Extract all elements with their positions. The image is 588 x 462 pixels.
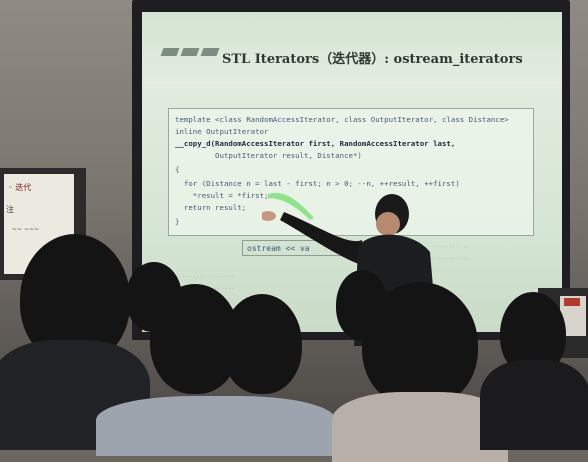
- audience-head: [222, 294, 302, 394]
- slide-decoration: [160, 48, 180, 56]
- slide-title: STL Iterators（迭代器）: ostream_iterators: [222, 52, 523, 67]
- code-line: inline OutputIterator: [175, 127, 269, 136]
- code-line: OutputIterator result, Distance*): [175, 151, 362, 160]
- code-line: {: [175, 165, 180, 174]
- audience-shoulders: [96, 396, 336, 456]
- slide-decoration: [200, 48, 220, 56]
- code-line: *result = *first;: [175, 191, 269, 200]
- code-line: return result;: [175, 203, 247, 212]
- board-scribble-3: ~~ ~~~: [12, 226, 40, 233]
- code-line: __copy_d(RandomAccessIterator first, Ran…: [175, 139, 456, 148]
- board-scribble: ◦ 迭代: [8, 183, 32, 192]
- audience-head: [362, 282, 478, 408]
- slide-decoration: [180, 48, 200, 56]
- code-line: }: [175, 217, 180, 226]
- code-line: template <class RandomAccessIterator, cl…: [175, 115, 509, 124]
- monitor-logo: [564, 298, 580, 306]
- audience-shoulders: [480, 360, 588, 450]
- board-scribble-2: 注: [6, 205, 14, 214]
